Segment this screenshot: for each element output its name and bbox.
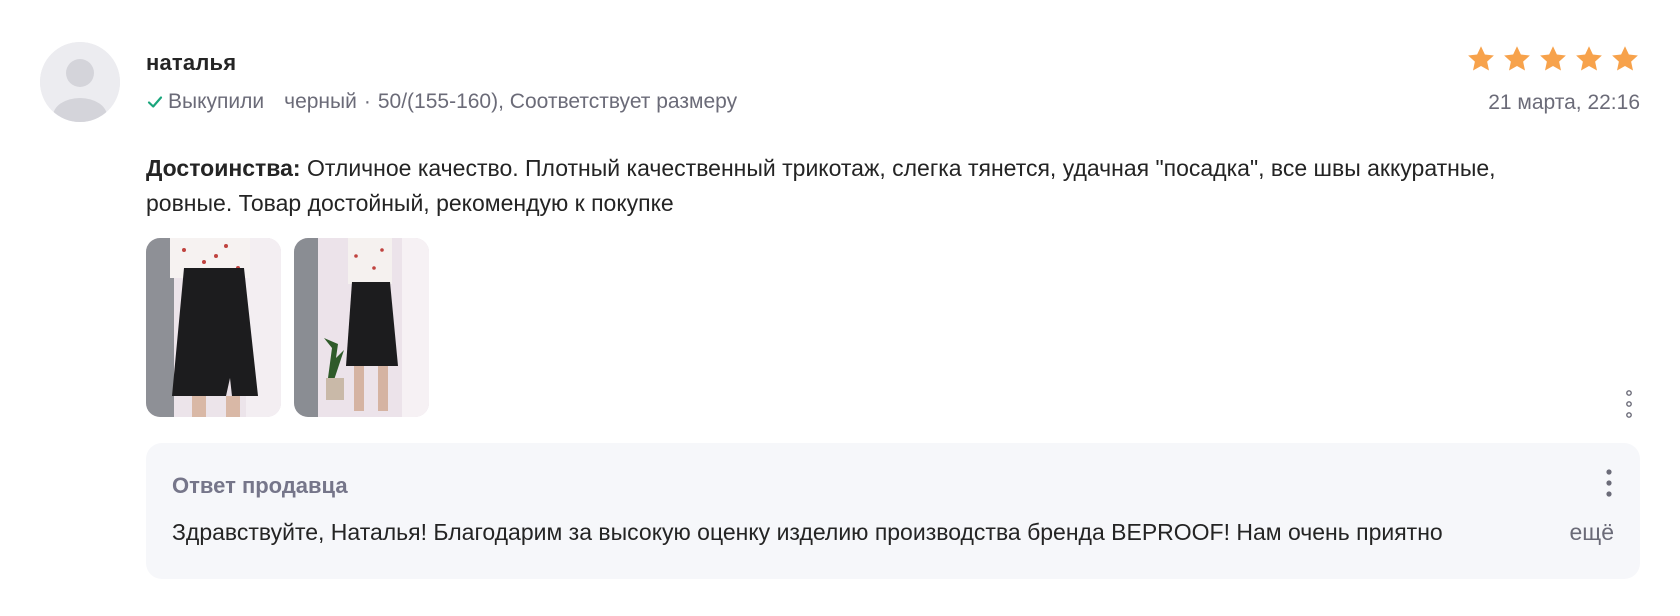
reply-more-vertical-icon[interactable] xyxy=(1604,467,1614,499)
skirt-photo-2-icon xyxy=(294,238,429,417)
pros-label: Достоинства: xyxy=(146,155,301,181)
pros-text: Отличное качество. Плотный качественный … xyxy=(146,155,1496,216)
author-name: наталья xyxy=(146,50,237,75)
check-icon xyxy=(146,93,164,111)
star-icon xyxy=(1540,46,1566,71)
variant-details: 50/(155-160), Соответствует размеру xyxy=(377,90,738,113)
purchased-label: Выкупили xyxy=(168,90,265,113)
star-icon xyxy=(1504,46,1530,71)
seller-reply: Ответ продавца Здравствуйте, Наталья! Бл… xyxy=(146,443,1640,579)
review-photos xyxy=(146,238,429,417)
seller-reply-title: Ответ продавца xyxy=(172,473,348,498)
user-placeholder-icon xyxy=(40,42,120,122)
expand-reply-button[interactable]: ещё xyxy=(1523,519,1614,553)
rating-stars xyxy=(1466,44,1640,74)
purchase-meta: Выкупили черный · 50/(155-160), Соответс… xyxy=(146,90,737,114)
star-icon xyxy=(1612,46,1638,71)
review-pros: Достоинства: Отличное качество. Плотный … xyxy=(146,151,1546,221)
seller-reply-body: Здравствуйте, Наталья! Благодарим за выс… xyxy=(172,519,1614,553)
avatar xyxy=(40,42,120,122)
star-icon xyxy=(1468,46,1494,71)
variant-color: черный xyxy=(284,90,357,113)
more-vertical-icon[interactable] xyxy=(1624,388,1634,420)
seller-reply-text: Здравствуйте, Наталья! Благодарим за выс… xyxy=(172,519,1443,545)
review-photo-1[interactable] xyxy=(146,238,281,417)
meta-separator: · xyxy=(363,90,371,113)
star-icon xyxy=(1576,46,1602,71)
review-photo-2[interactable] xyxy=(294,238,429,417)
review-date: 21 марта, 22:16 xyxy=(1488,91,1640,114)
review-card: наталья Выкупили черный · 50/(155-160), … xyxy=(0,0,1680,616)
skirt-photo-1-icon xyxy=(146,238,281,417)
